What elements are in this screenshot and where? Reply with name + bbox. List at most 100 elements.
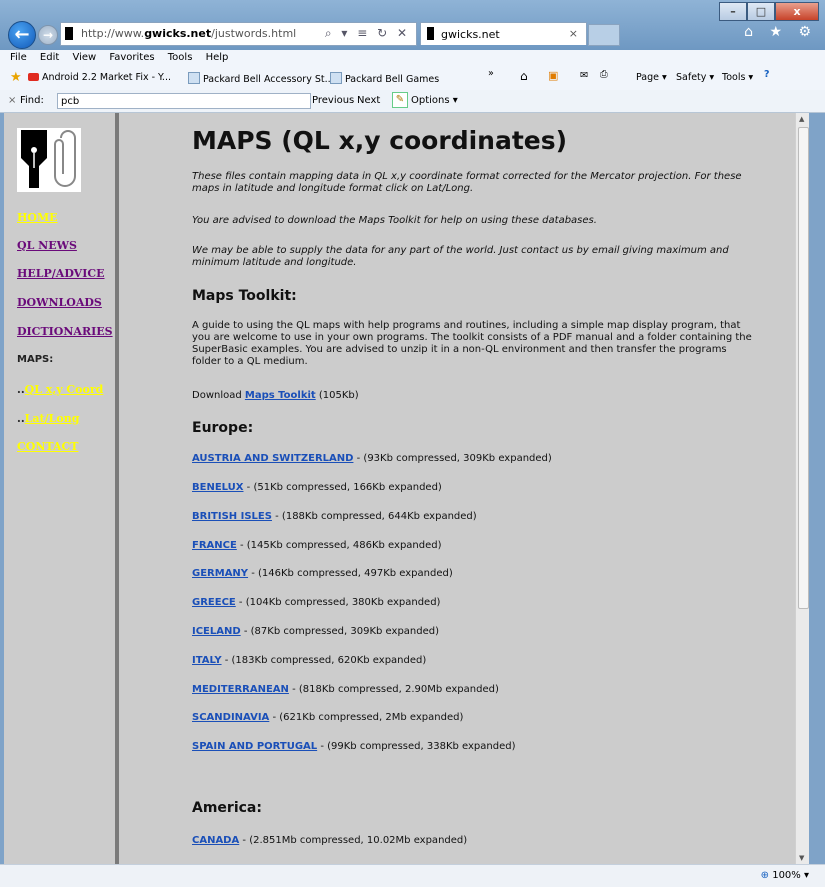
find-input[interactable] — [57, 93, 311, 109]
back-arrow-icon: ← — [14, 24, 30, 45]
menu-file[interactable]: File — [10, 52, 27, 63]
sidebar-item-contact[interactable]: CONTACT — [17, 440, 78, 453]
sidebar-item-downloads[interactable]: DOWNLOADS — [17, 296, 102, 309]
scroll-down-icon[interactable]: ▼ — [799, 854, 804, 862]
pen-and-paperclip-icon — [21, 130, 76, 188]
address-url[interactable]: http://www.gwicks.net/justwords.html — [81, 27, 296, 40]
scroll-up-icon[interactable]: ▲ — [799, 115, 804, 123]
highlight-icon[interactable]: ✎ — [392, 92, 408, 108]
map-link-iceland[interactable]: ICELAND — [192, 626, 241, 637]
back-button[interactable]: ← — [8, 21, 36, 49]
close-tab-icon[interactable]: × — [569, 27, 578, 40]
help-icon[interactable]: ? — [764, 69, 770, 80]
sidebar-item-home[interactable]: HOME — [17, 211, 58, 224]
mail-icon[interactable]: ✉ — [580, 70, 588, 81]
favorites-bar: ★ Android 2.2 Market Fix - Y... Packard … — [0, 66, 825, 90]
forward-arrow-icon: → — [42, 28, 54, 42]
address-controls[interactable]: ⌕ ▾ ≡ ↻ ✕ — [325, 26, 410, 41]
map-link-italy[interactable]: ITALY — [192, 655, 222, 666]
menu-view[interactable]: View — [72, 52, 96, 63]
menu-bar: File Edit View Favorites Tools Help — [0, 50, 825, 66]
sidebar-item-help-advice[interactable]: HELP/ADVICE — [17, 267, 105, 280]
map-link-spain-portugal[interactable]: SPAIN AND PORTUGAL — [192, 741, 317, 752]
maximize-button[interactable]: □ — [747, 2, 775, 21]
map-link-benelux[interactable]: BENELUX — [192, 482, 244, 493]
map-link-france[interactable]: FRANCE — [192, 540, 237, 551]
list-item: GERMANY - (146Kb compressed, 497Kb expan… — [192, 568, 453, 579]
favorites-star-icon[interactable]: ★ — [10, 70, 22, 85]
map-link-british-isles[interactable]: BRITISH ISLES — [192, 511, 272, 522]
nav-label: Lat/Long — [24, 412, 80, 425]
site-favicon — [65, 27, 73, 40]
forward-button[interactable]: → — [38, 25, 58, 45]
map-link-mediterranean[interactable]: MEDITERRANEAN — [192, 684, 289, 695]
fav-label: Packard Bell Games — [345, 74, 440, 85]
vertical-scrollbar[interactable]: ▲ ▼ — [795, 113, 809, 864]
close-find-icon[interactable]: × — [8, 95, 16, 106]
fav-android-market[interactable]: Android 2.2 Market Fix - Y... — [24, 72, 171, 83]
find-label: Find: — [20, 95, 44, 106]
download-prefix: Download — [192, 390, 245, 401]
tools-menu[interactable]: Tools ▾ — [722, 72, 753, 83]
sidebar-item-ql-xy-coord[interactable]: ..QL x,y Coord — [17, 383, 103, 396]
toolkit-advice: You are advised to download the Maps Too… — [192, 215, 597, 226]
page-menu[interactable]: Page ▾ — [636, 72, 667, 83]
page-icon — [330, 72, 342, 84]
map-size-info: - (145Kb compressed, 486Kb expanded) — [236, 540, 442, 551]
status-bar: ⊕ 100% ▾ — [0, 864, 825, 887]
map-link-greece[interactable]: GREECE — [192, 597, 236, 608]
zoom-icon: ⊕ — [760, 870, 770, 881]
sidebar-item-dictionaries[interactable]: DICTIONARIES — [17, 325, 113, 338]
list-item: MEDITERRANEAN - (818Kb compressed, 2.90M… — [192, 684, 499, 695]
page-viewport: HOME QL NEWS HELP/ADVICE DOWNLOADS DICTI… — [4, 113, 809, 864]
find-next-button[interactable]: Next — [357, 95, 380, 106]
list-item: ICELAND - (87Kb compressed, 309Kb expand… — [192, 626, 439, 637]
find-previous-button[interactable]: Previous — [312, 95, 354, 106]
list-item: BENELUX - (51Kb compressed, 166Kb expand… — [192, 482, 442, 493]
page-title: MAPS (QL x,y coordinates) — [192, 126, 568, 155]
fav-label: Packard Bell Accessory St... — [203, 74, 334, 85]
find-options-button[interactable]: Options ▾ — [411, 95, 458, 106]
list-item: AUSTRIA AND SWITZERLAND - (93Kb compress… — [192, 453, 552, 464]
america-heading: America: — [192, 800, 262, 816]
map-link-germany[interactable]: GERMANY — [192, 568, 248, 579]
toolbar-right-icons[interactable]: ⌂ ★ ⚙ — [744, 24, 817, 40]
menu-edit[interactable]: Edit — [40, 52, 59, 63]
map-size-info: - (104Kb compressed, 380Kb expanded) — [235, 597, 441, 608]
youtube-icon — [28, 73, 39, 81]
zoom-control[interactable]: ⊕ 100% ▾ — [761, 870, 809, 881]
toolkit-heading: Maps Toolkit: — [192, 288, 297, 304]
favorites-overflow-icon[interactable]: » — [488, 68, 494, 79]
tab-gwicks[interactable]: gwicks.net × — [420, 22, 587, 45]
nav-prefix: .. — [17, 383, 25, 396]
tab-title: gwicks.net — [441, 28, 500, 41]
menu-favorites[interactable]: Favorites — [109, 52, 154, 63]
toolkit-description: A guide to using the QL maps with help p… — [192, 320, 752, 367]
map-link-scandinavia[interactable]: SCANDINAVIA — [192, 712, 269, 723]
map-size-info: - (621Kb compressed, 2Mb expanded) — [269, 712, 464, 723]
menu-help[interactable]: Help — [206, 52, 229, 63]
map-link-canada[interactable]: CANADA — [192, 835, 239, 846]
scrollbar-thumb[interactable] — [798, 127, 809, 609]
sidebar-item-ql-news[interactable]: QL NEWS — [17, 239, 77, 252]
europe-heading: Europe: — [192, 420, 254, 436]
download-size: (105Kb) — [315, 390, 359, 401]
maps-toolkit-link[interactable]: Maps Toolkit — [245, 390, 316, 401]
print-icon[interactable]: ⎙ — [600, 69, 608, 80]
address-bar[interactable]: http://www.gwicks.net/justwords.html ⌕ ▾… — [60, 22, 417, 46]
fav-label: Android 2.2 Market Fix - Y... — [42, 72, 171, 83]
menu-tools[interactable]: Tools — [168, 52, 193, 63]
minimize-button[interactable]: – — [719, 2, 747, 21]
feeds-icon[interactable]: ▣ — [548, 69, 558, 82]
list-item: CANADA - (2.851Mb compressed, 10.02Mb ex… — [192, 835, 467, 846]
new-tab-button[interactable] — [588, 24, 620, 46]
fav-packard-games[interactable]: Packard Bell Games — [330, 72, 439, 85]
list-item: BRITISH ISLES - (188Kb compressed, 644Kb… — [192, 511, 477, 522]
home-icon[interactable]: ⌂ — [520, 69, 528, 83]
fav-packard-accessory[interactable]: Packard Bell Accessory St... — [188, 72, 334, 85]
safety-menu[interactable]: Safety ▾ — [676, 72, 714, 83]
sidebar-item-lat-long[interactable]: ..Lat/Long — [17, 412, 79, 425]
close-window-button[interactable]: x — [775, 2, 819, 21]
map-size-info: - (93Kb compressed, 309Kb expanded) — [353, 453, 552, 464]
map-link-austria-switzerland[interactable]: AUSTRIA AND SWITZERLAND — [192, 453, 353, 464]
